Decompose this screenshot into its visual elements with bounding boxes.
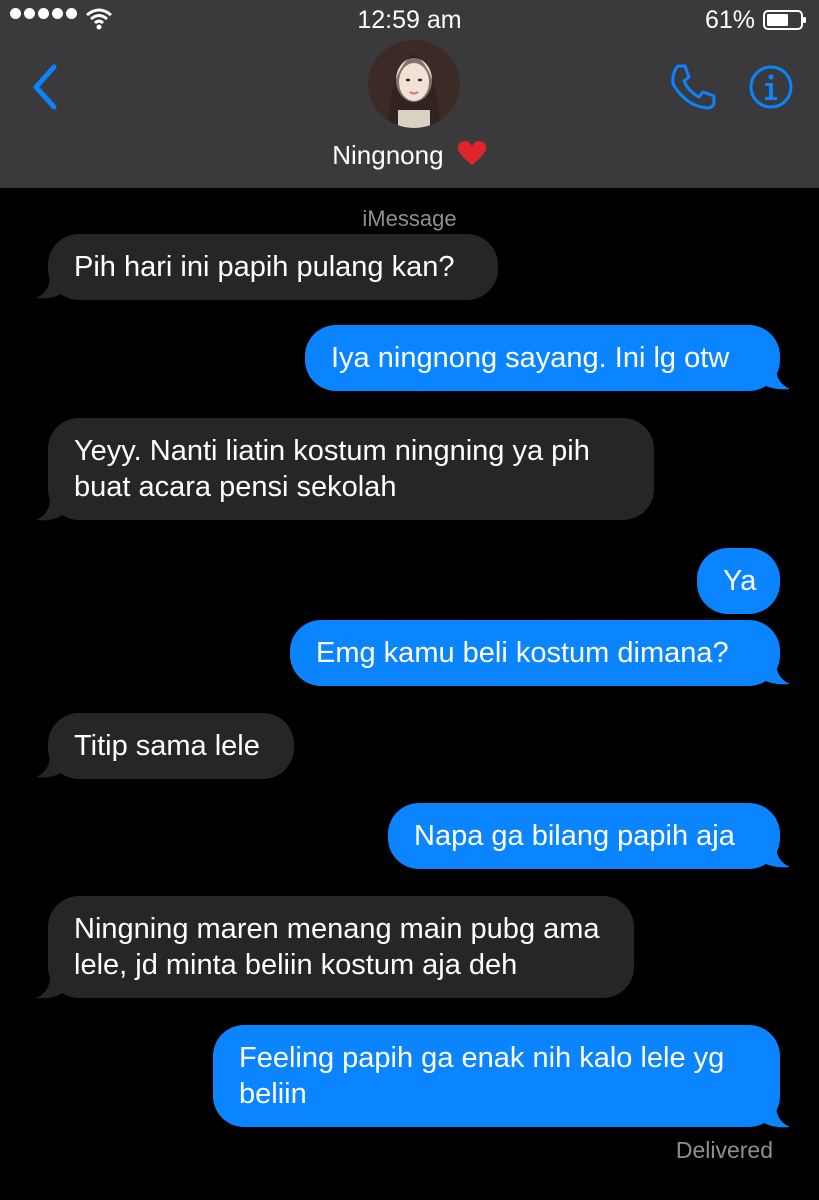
outgoing-message[interactable]: Feeling papih ga enak nih kalo lele yg b… — [213, 1025, 780, 1127]
outgoing-message[interactable]: Ya — [697, 548, 780, 614]
incoming-message[interactable]: Pih hari ini papih pulang kan? — [48, 234, 498, 300]
outgoing-message[interactable]: Emg kamu beli kostum dimana? — [290, 620, 780, 686]
bubble-tail — [36, 976, 66, 999]
contact-avatar[interactable] — [368, 40, 460, 128]
battery-percent: 61% — [704, 6, 755, 34]
service-label: iMessage — [362, 206, 457, 231]
outgoing-message[interactable]: Iya ningnong sayang. Ini lg otw — [305, 325, 780, 391]
bubble-tail — [758, 367, 790, 390]
bubble-tail — [758, 1105, 790, 1128]
phone-icon[interactable] — [668, 62, 718, 112]
heart-icon — [457, 141, 486, 165]
status-time: 12:59 am — [357, 6, 462, 34]
info-icon[interactable] — [748, 64, 794, 110]
incoming-message[interactable]: Yeyy. Nanti liatin kostum ningning ya pi… — [48, 418, 654, 520]
battery-icon — [763, 10, 806, 30]
conversation-header: 12:59 am 61% Ningnong — [0, 0, 819, 188]
back-chevron-icon[interactable] — [28, 62, 68, 112]
outgoing-message[interactable]: Napa ga bilang papih aja — [388, 803, 780, 869]
incoming-message[interactable]: Ningning maren menang main pubg ama lele… — [48, 896, 634, 998]
bubble-tail — [36, 755, 66, 778]
contact-name-label: Ningnong — [332, 140, 444, 170]
bubble-tail — [36, 276, 66, 299]
delivered-status: Delivered — [675, 1137, 773, 1163]
contact-name[interactable]: Ningnong — [0, 140, 819, 171]
bubble-tail — [758, 662, 790, 685]
incoming-message[interactable]: Titip sama lele — [48, 713, 294, 779]
bubble-tail — [758, 845, 790, 868]
bubble-tail — [36, 498, 66, 521]
